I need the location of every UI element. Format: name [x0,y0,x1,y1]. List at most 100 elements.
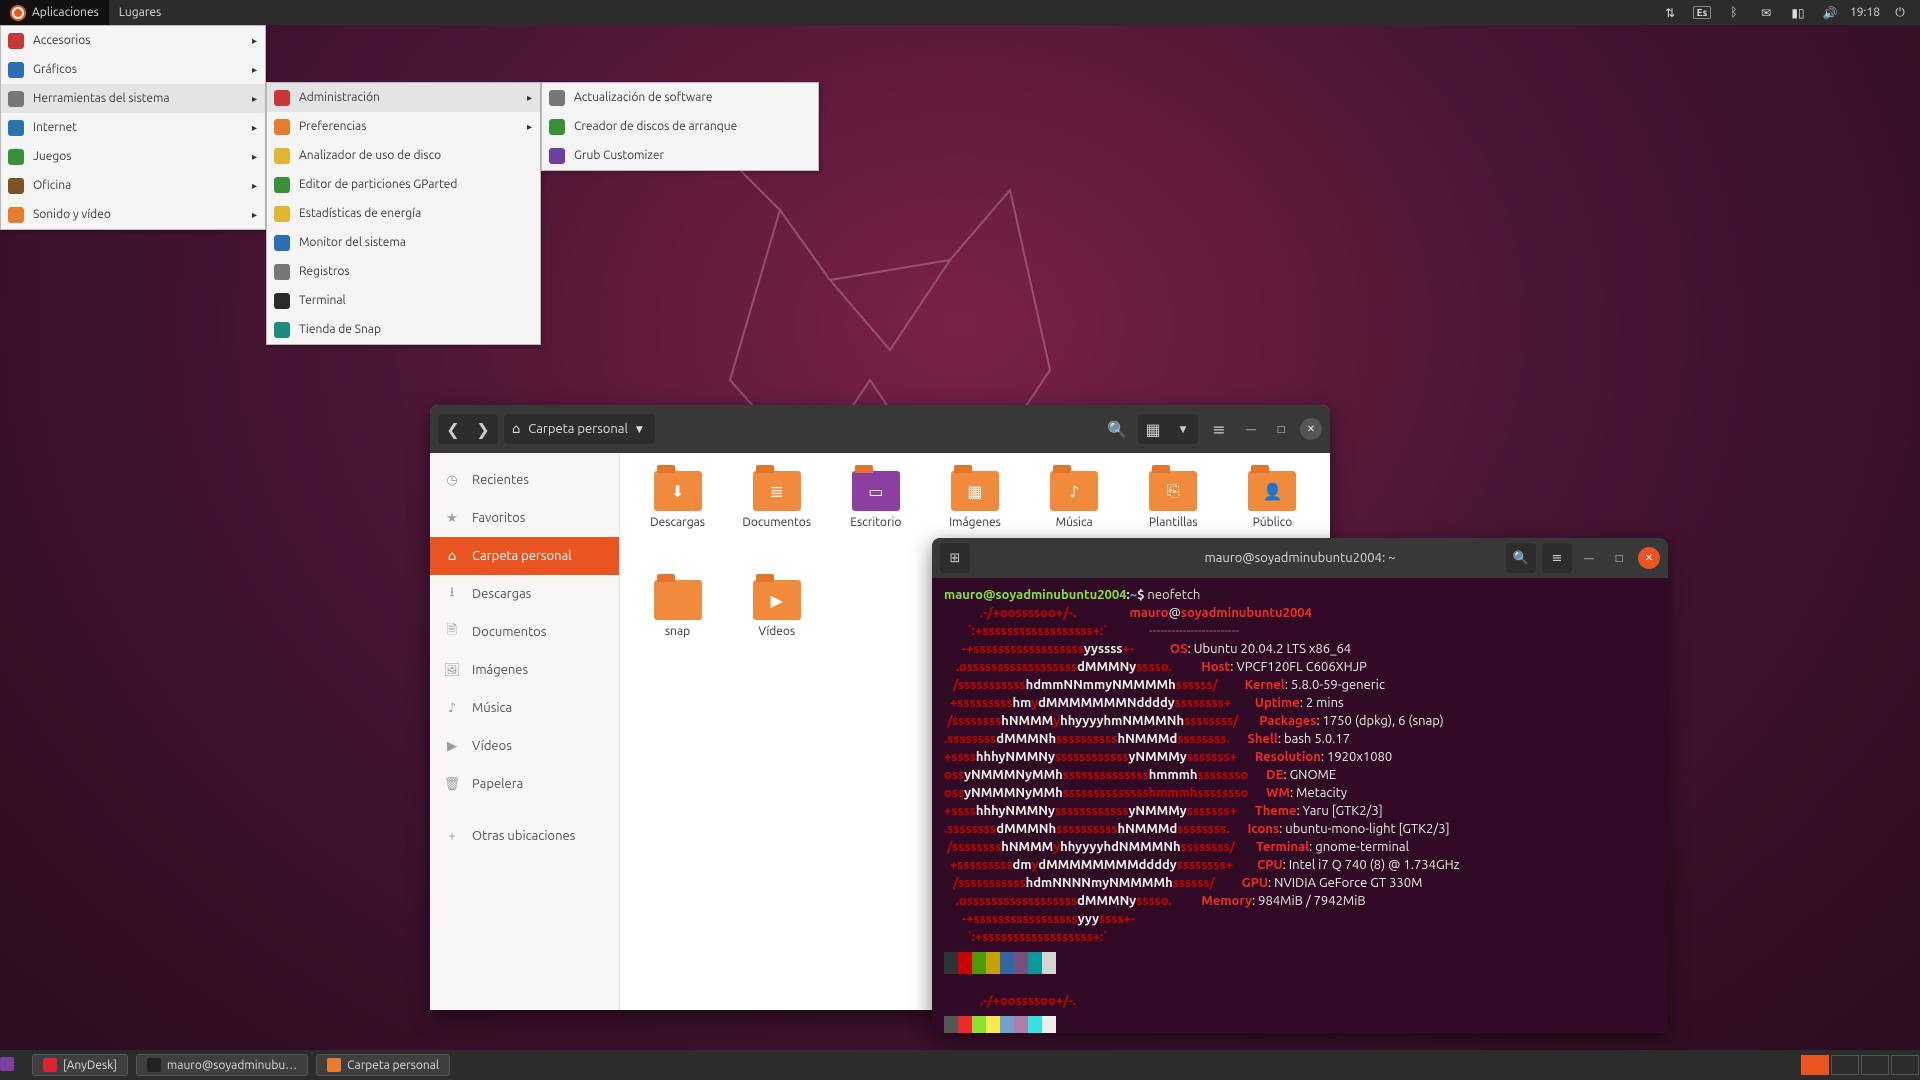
workspace-1[interactable] [1801,1055,1829,1075]
workspace-4[interactable] [1891,1055,1919,1075]
back-button[interactable]: ❮ [438,414,468,444]
bluetooth-tray-icon[interactable]: ᛒ [1722,0,1746,25]
maximize-button[interactable] [1270,418,1292,440]
taskbar-item[interactable]: Carpeta personal [316,1054,450,1076]
sidebar-item-favoritos[interactable]: ★ Favoritos [430,499,619,537]
mail-tray-icon[interactable]: ✉ [1754,0,1778,25]
folder-label: Vídeos [758,625,795,638]
home-icon: ⌂ [512,422,520,437]
system-tools-submenu[interactable]: Administración ▸ Preferencias ▸ Analizad… [266,82,541,345]
menu-item-icon [7,206,25,224]
menu-item-terminal[interactable]: Terminal [267,286,540,315]
administration-submenu[interactable]: Actualización de software Creador de dis… [541,82,819,171]
sidebar-item-v-deos[interactable]: ▶ Vídeos [430,727,619,765]
workspace-switcher[interactable] [1800,1055,1920,1075]
menu-item-icon [273,292,291,310]
menu-item-icon [548,147,566,165]
folder-icon [654,580,702,620]
taskbar-item[interactable]: [AnyDesk] [32,1054,128,1076]
menu-item-gr-ficos[interactable]: Gráficos ▸ [1,55,265,84]
submenu-arrow-icon: ▸ [252,151,257,163]
new-tab-button[interactable]: ⊞ [940,543,970,573]
menu-item-registros[interactable]: Registros [267,257,540,286]
menu-item-accesorios[interactable]: Accesorios ▸ [1,26,265,55]
workspace-3[interactable] [1861,1055,1889,1075]
folder-vídeos[interactable]: ▶ Vídeos [729,580,824,685]
menu-item-administraci-n[interactable]: Administración ▸ [267,83,540,112]
taskbar-item[interactable]: mauro@soyadminubu… [136,1054,308,1076]
menu-item-estad-sticas-de-energ-a[interactable]: Estadísticas de energía [267,199,540,228]
sidebar-item-descargas[interactable]: ⭳ Descargas [430,575,619,613]
folder-snap[interactable]: snap [630,580,725,685]
menu-item-creador-de-discos-de-arranque[interactable]: Creador de discos de arranque [542,112,818,141]
apps-menu[interactable]: Accesorios ▸ Gráficos ▸ Herramientas del… [0,25,266,230]
menu-item-label: Terminal [299,294,346,307]
terminal-titlebar[interactable]: ⊞ mauro@soyadminubuntu2004: ~ 🔍 ≡ [932,538,1668,578]
sidebar-item-recientes[interactable]: ◷ Recientes [430,461,619,499]
apps-menu-button[interactable]: Aplicaciones [0,0,109,25]
menu-item-label: Analizador de uso de disco [299,149,441,162]
menu-item-oficina[interactable]: Oficina ▸ [1,171,265,200]
ubuntu-logo-icon [10,5,26,21]
minimize-button[interactable] [1240,418,1262,440]
battery-tray-icon[interactable]: ▮▯ [1786,0,1810,25]
sidebar-item-carpeta-personal[interactable]: ⌂ Carpeta personal [430,537,619,575]
network-tray-icon[interactable]: ⇅ [1658,0,1682,25]
menu-item-actualizaci-n-de-software[interactable]: Actualización de software [542,83,818,112]
show-desktop-button[interactable] [0,1057,28,1074]
view-grid-button[interactable]: ▦ [1138,414,1168,444]
menu-item-herramientas-del-sistema[interactable]: Herramientas del sistema ▸ [1,84,265,113]
terminal-body[interactable]: mauro@soyadminubuntu2004:~$ neofetch .-/… [932,578,1668,1033]
menu-item-monitor-del-sistema[interactable]: Monitor del sistema [267,228,540,257]
sidebar-item-im-genes[interactable]: 🖼 Imágenes [430,651,619,689]
volume-tray-icon[interactable]: 🔊 [1818,0,1842,25]
sidebar-item-documentos[interactable]: 🗎 Documentos [430,613,619,651]
close-button[interactable] [1638,547,1660,569]
submenu-arrow-icon: ▸ [252,64,257,76]
folder-label: Escritorio [850,516,901,529]
menu-item-tienda-de-snap[interactable]: Tienda de Snap [267,315,540,344]
menu-item-analizador-de-uso-de-disco[interactable]: Analizador de uso de disco [267,141,540,170]
maximize-button[interactable] [1608,547,1630,569]
task-icon [147,1058,161,1072]
menu-item-juegos[interactable]: Juegos ▸ [1,142,265,171]
submenu-arrow-icon: ▸ [252,180,257,192]
minimize-button[interactable] [1578,547,1600,569]
terminal-window[interactable]: ⊞ mauro@soyadminubuntu2004: ~ 🔍 ≡ mauro@… [932,538,1668,1033]
close-button[interactable] [1300,418,1322,440]
task-label: Carpeta personal [347,1059,439,1072]
folder-icon: ▭ [852,471,900,511]
hamburger-button[interactable]: ≡ [1204,414,1234,444]
menu-item-label: Herramientas del sistema [33,92,170,105]
terminal-menu-button[interactable]: ≡ [1542,543,1572,573]
path-dropdown-icon[interactable]: ▼ [636,424,643,435]
workspace-2[interactable] [1831,1055,1859,1075]
menu-item-grub-customizer[interactable]: Grub Customizer [542,141,818,170]
menu-item-internet[interactable]: Internet ▸ [1,113,265,142]
view-dropdown-button[interactable]: ▼ [1168,414,1198,444]
menu-item-label: Oficina [33,179,71,192]
video-icon: ▶ [444,738,460,754]
forward-button[interactable]: ❯ [468,414,498,444]
menu-item-icon [548,118,566,136]
menu-item-label: Administración [299,91,380,104]
folder-icon: ⎘ [1149,471,1197,511]
sidebar-item-papelera[interactable]: 🗑 Papelera [430,765,619,803]
sidebar-item-otras-ubicaciones[interactable]: + Otras ubicaciones [430,817,619,855]
menu-item-editor-de-particiones-gparted[interactable]: Editor de particiones GParted [267,170,540,199]
path-bar[interactable]: ⌂ Carpeta personal ▼ [504,414,655,444]
folder-documentos[interactable]: ≣ Documentos [729,471,824,576]
search-button[interactable]: 🔍 [1102,414,1132,444]
clock[interactable]: 19:18 [1850,0,1880,25]
folder-escritorio[interactable]: ▭ Escritorio [828,471,923,576]
menu-item-sonido-y-v-deo[interactable]: Sonido y vídeo ▸ [1,200,265,229]
menu-item-preferencias[interactable]: Preferencias ▸ [267,112,540,141]
sidebar-item-m-sica[interactable]: ♪ Música [430,689,619,727]
folder-label: Imágenes [949,516,1001,529]
power-tray-icon[interactable]: ⏻ [1888,0,1912,25]
places-menu-button[interactable]: Lugares [109,0,171,25]
language-tray-icon[interactable]: Es [1690,0,1714,25]
files-titlebar[interactable]: ❮ ❯ ⌂ Carpeta personal ▼ 🔍 ▦ ▼ ≡ [430,405,1330,453]
terminal-search-button[interactable]: 🔍 [1506,543,1536,573]
folder-descargas[interactable]: ⬇ Descargas [630,471,725,576]
